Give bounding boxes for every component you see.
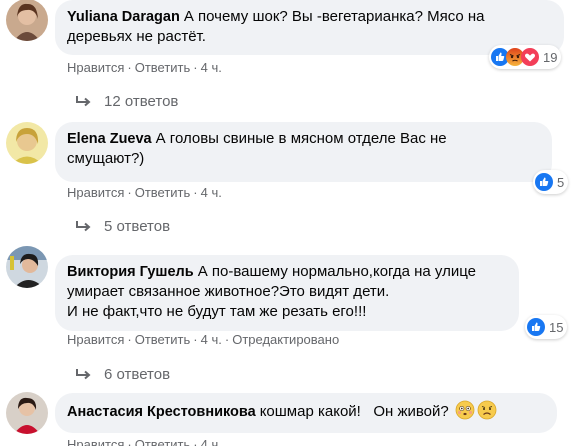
dot-separator: · xyxy=(127,332,132,347)
comment-actions: Нравится · Ответить · 4 ч. xyxy=(67,185,222,200)
view-replies-link[interactable]: 12 ответов xyxy=(76,93,178,110)
like-icon xyxy=(527,318,545,336)
comment-bubble: Yuliana Daragan А почему шок? Вы -вегетар… xyxy=(55,0,564,55)
reply-arrow-icon xyxy=(76,221,91,232)
reply-arrow-icon xyxy=(76,369,91,380)
dot-separator: · xyxy=(193,185,198,200)
reaction-summary[interactable]: 15 xyxy=(525,315,568,339)
avatar[interactable] xyxy=(6,0,48,41)
like-button[interactable]: Нравится xyxy=(67,185,124,200)
replies-count[interactable]: 5 ответов xyxy=(104,218,170,235)
avatar[interactable] xyxy=(6,246,48,288)
reply-button[interactable]: Ответить xyxy=(135,60,191,75)
reply-button[interactable]: Ответить xyxy=(135,437,191,446)
dot-separator: · xyxy=(193,437,198,446)
comment-actions: Нравится · Ответить · 4 ч. · Отредактировано xyxy=(67,332,339,347)
comment-text-line: А головы свиные в мясном отделе Вас не xyxy=(155,130,447,147)
comment-text-line: деревьях не растёт. xyxy=(67,28,206,45)
dot-separator: · xyxy=(127,437,132,446)
comment-author[interactable]: Elena Zueva xyxy=(67,131,152,147)
view-replies-link[interactable]: 6 ответов xyxy=(76,366,170,383)
dot-separator: · xyxy=(127,60,132,75)
comment-bubble: Elena Zueva А головы свиные в мясном отде… xyxy=(55,122,552,182)
reaction-count: 15 xyxy=(549,319,564,335)
replies-count[interactable]: 6 ответов xyxy=(104,366,170,383)
comment-text-line: А по-вашему нормально,когда на улице xyxy=(197,263,476,280)
comment-bubble: Анастасия Крестовникова кошмар какой! Он … xyxy=(55,393,557,433)
frowning-face-icon xyxy=(477,400,497,420)
reply-arrow-icon xyxy=(76,96,91,107)
dot-separator: · xyxy=(127,185,132,200)
dot-separator: · xyxy=(193,332,198,347)
comment-author[interactable]: Виктория Гушель xyxy=(67,264,194,280)
reaction-count: 5 xyxy=(557,174,565,190)
comment-actions: Нравится · Ответить · 4 ч. xyxy=(67,60,222,75)
like-button[interactable]: Нравится xyxy=(67,332,124,347)
love-icon xyxy=(521,48,539,66)
avatar[interactable] xyxy=(6,392,48,434)
dot-separator: · xyxy=(224,332,230,347)
like-button[interactable]: Нравится xyxy=(67,437,124,446)
flushed-face-icon xyxy=(455,400,475,420)
timestamp[interactable]: 4 ч. xyxy=(201,185,222,200)
reaction-count: 19 xyxy=(543,49,558,65)
like-button[interactable]: Нравится xyxy=(67,60,124,75)
reply-button[interactable]: Ответить xyxy=(135,332,191,347)
avatar[interactable] xyxy=(6,122,48,164)
comment-text-line: смущают?) xyxy=(67,150,145,167)
comment-author[interactable]: Yuliana Daragan xyxy=(67,9,180,25)
comment-text-line: И не факт,что не будут там же резать его… xyxy=(67,303,367,320)
dot-separator: · xyxy=(193,60,198,75)
edited-label[interactable]: Отредактировано xyxy=(232,332,339,347)
comment-author[interactable]: Анастасия Крестовникова xyxy=(67,404,256,420)
comment-text-line: умирает связанное животное?Это видят дет… xyxy=(67,283,390,300)
comment-bubble: Виктория Гушель А по-вашему нормально,ког… xyxy=(55,255,519,331)
timestamp[interactable]: 4 ч. xyxy=(201,60,222,75)
reply-button[interactable]: Ответить xyxy=(135,185,191,200)
comment-text: кошмар какой! Он живой? xyxy=(259,403,449,420)
comment-actions: Нравится · Ответить · 4 ч. xyxy=(67,437,222,446)
like-icon xyxy=(535,173,553,191)
timestamp[interactable]: 4 ч. xyxy=(201,437,222,446)
timestamp[interactable]: 4 ч. xyxy=(201,332,222,347)
reaction-summary[interactable]: 19 xyxy=(489,45,562,69)
view-replies-link[interactable]: 5 ответов xyxy=(76,218,170,235)
comment-text-line: А почему шок? Вы -вегетарианка? Мясо на xyxy=(183,8,485,25)
reaction-summary[interactable]: 5 xyxy=(533,170,569,194)
replies-count[interactable]: 12 ответов xyxy=(104,93,178,110)
